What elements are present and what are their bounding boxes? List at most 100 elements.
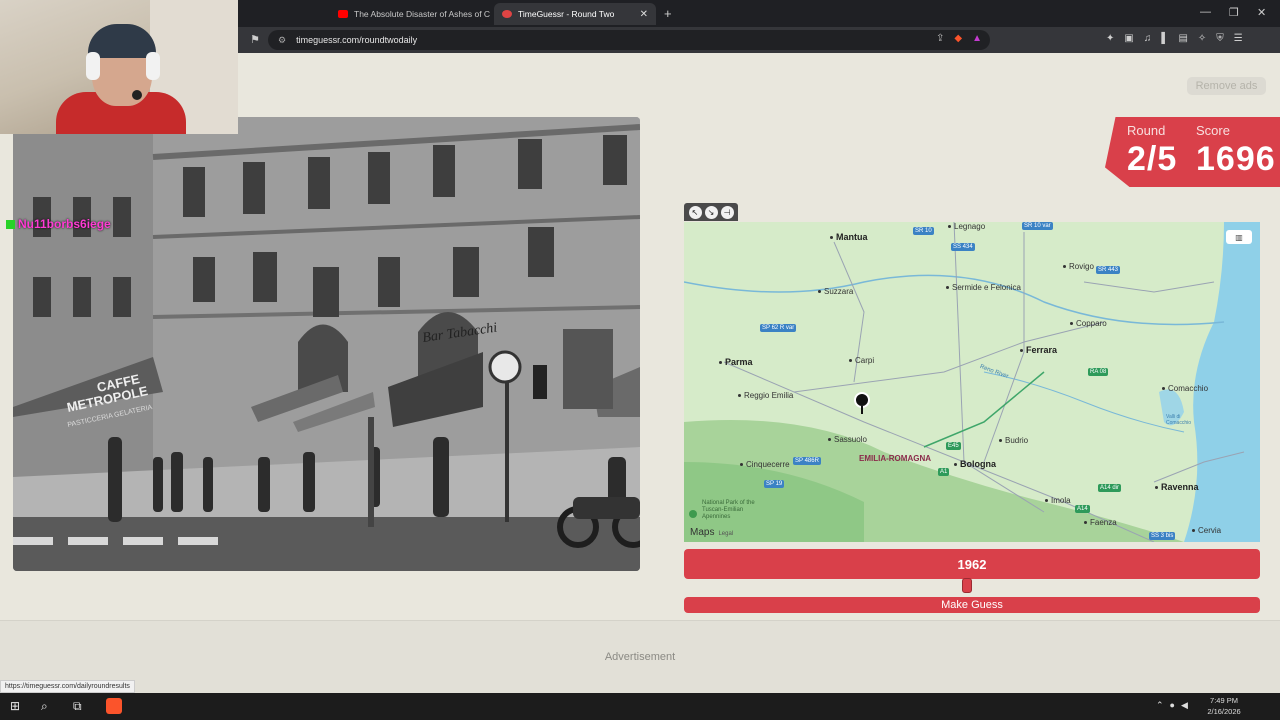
road-shield: SR 10 [913,227,934,235]
address-bar[interactable]: ⚙ timeguessr.com/roundtwodaily ⇪ ◆ ▲ [268,30,990,50]
year-display: 1962 [684,549,1260,579]
legal-link[interactable]: Legal [718,531,733,537]
map-base [684,222,1260,542]
green-square-icon [6,220,15,230]
vpn-icon[interactable]: ⛨ [1216,33,1224,44]
tab-youtube[interactable]: The Absolute Disaster of Ashes of Cr [330,3,490,25]
road-shield: SP 19 [764,480,785,488]
search-icon[interactable]: ⌕ [41,699,48,714]
shrink-map-icon[interactable]: ↘ [704,205,718,219]
guess-map[interactable]: ▥ Mantua Legnago Suzzara Sermide e Felon… [684,222,1260,542]
clock-date: 2/16/2026 [1207,707,1241,716]
ad-container: Advertisement [0,620,1280,693]
share-icon[interactable]: ⇪ [936,33,944,44]
round-label: Round [1127,123,1166,138]
tab-timeguessr[interactable]: TimeGuessr - Round Two ✕ [494,3,656,25]
city-carpi: Carpi [849,356,874,365]
clock[interactable]: 7:49 PM 2/16/2026 [1200,695,1248,717]
city-comacchio: Comacchio [1162,384,1208,393]
road-shield: A1 [938,468,950,476]
city-sassuolo: Sassuolo [828,435,867,444]
year-slider-thumb[interactable] [962,578,972,593]
stream-overlay-tag: Nu11borbs6iege [6,217,111,231]
city-mantua: Mantua [830,232,868,242]
extensions-icon[interactable]: ✦ [1106,33,1114,44]
microphone-icon[interactable]: ● [1170,700,1175,711]
city-cinquecerre: Cinquecerre [740,460,790,469]
media-icon[interactable]: ♫ [1144,33,1152,44]
sidebar-icon[interactable]: ▌ [1161,33,1168,44]
tab-title: The Absolute Disaster of Ashes of Cr [354,9,490,19]
city-faenza: Faenza [1084,518,1117,527]
system-tray: ⌃ ● ◀ [1156,700,1188,711]
map-attribution: Maps Legal [690,527,734,538]
leo-ai-icon[interactable]: ✧ [1198,33,1206,44]
region-label: EMILIA-ROMAGNA [859,454,931,463]
url-text: timeguessr.com/roundtwodaily [296,35,418,45]
menu-icon[interactable]: ☰ [1234,33,1243,44]
stream-tag-text: Nu11borbs6iege [18,217,111,231]
new-tab-button[interactable]: + [664,6,672,21]
close-tab-icon[interactable]: ✕ [640,9,648,20]
round-display: Round 2/5 [1127,123,1177,179]
map-layers-button[interactable]: ▥ [1226,230,1252,244]
youtube-icon [338,10,348,18]
close-window-icon[interactable]: ✕ [1257,6,1266,19]
task-view-icon[interactable]: ⧉ [73,699,82,714]
bookmark-icon[interactable]: ⚑ [250,33,260,46]
brave-browser-icon[interactable] [106,698,122,714]
advertisement-label: Advertisement [604,651,676,663]
park-icon [689,510,697,518]
clock-time: 7:49 PM [1210,696,1238,705]
city-ferrara: Ferrara [1020,345,1057,355]
city-sermide: Sermide e Felonica [946,283,1021,292]
expand-map-icon[interactable]: ↖ [688,205,702,219]
road-shield: A14 dir [1098,484,1122,492]
photo-illustration: CAFFE METROPOLE PASTICCERIA GELATERIA Ba… [13,117,640,571]
timeguessr-icon [502,10,512,18]
brave-shield-icon[interactable]: ◆ [954,33,962,44]
remove-ads-button[interactable]: Remove ads [1187,77,1266,95]
score-display: Score 1696 [1196,123,1276,179]
park-label: National Park of the Tuscan-Emilian Apen… [702,500,755,520]
city-suzzara: Suzzara [818,287,853,296]
road-shield: SR 443 [1096,266,1121,274]
road-shield: SR 10 var [1022,222,1053,230]
guess-pin[interactable] [854,392,870,414]
road-shield: SP 486R [793,457,821,465]
score-value: 1696 [1196,140,1276,178]
brave-rewards-icon[interactable]: ▲ [972,33,982,44]
map-size-controls: ↖ ↘ ⊣ [684,203,738,221]
city-cervia: Cervia [1192,526,1221,535]
chevron-up-icon[interactable]: ⌃ [1156,700,1164,711]
road-shield: A14 [1075,505,1090,513]
windows-start-icon[interactable]: ⊞ [10,699,20,713]
road-shield: SS 434 [951,243,975,251]
volume-icon[interactable]: ◀ [1181,700,1188,711]
score-panel: Round 2/5 Score 1696 [1105,117,1280,187]
minimize-icon[interactable]: — [1200,6,1211,18]
city-imola: Imola [1045,496,1071,505]
tab-title: TimeGuessr - Round Two [518,9,615,19]
round-photo[interactable]: CAFFE METROPOLE PASTICCERIA GELATERIA Ba… [13,117,640,571]
status-bar-url: https://timeguessr.com/dailyroundresults [0,680,135,693]
pin-map-icon[interactable]: ⊣ [720,205,734,219]
city-legnago: Legnago [948,222,985,231]
wallet-icon[interactable]: ▤ [1178,33,1187,44]
road-shield: SP 62 R var [760,324,797,332]
city-budrio: Budrio [999,436,1028,445]
road-shield: SS 3 bis [1149,532,1176,540]
score-label: Score [1196,123,1230,138]
city-rovigo: Rovigo [1063,262,1094,271]
city-ravenna: Ravenna [1155,482,1199,492]
restore-icon[interactable]: ❐ [1229,6,1239,19]
lagoon-label: Valli di Comacchio [1166,414,1192,426]
round-value: 2/5 [1127,140,1178,178]
road-shield: E45 [946,442,961,450]
city-bologna: Bologna [954,459,996,469]
site-info-icon[interactable]: ⚙ [278,35,286,46]
screenshot-icon[interactable]: ▣ [1124,33,1133,44]
city-parma: Parma [719,357,753,367]
make-guess-button[interactable]: Make Guess [684,597,1260,613]
windows-taskbar: ⊞ ⌕ ⧉ ⌃ ● ◀ 7:49 PM 2/16/2026 [0,693,1280,720]
